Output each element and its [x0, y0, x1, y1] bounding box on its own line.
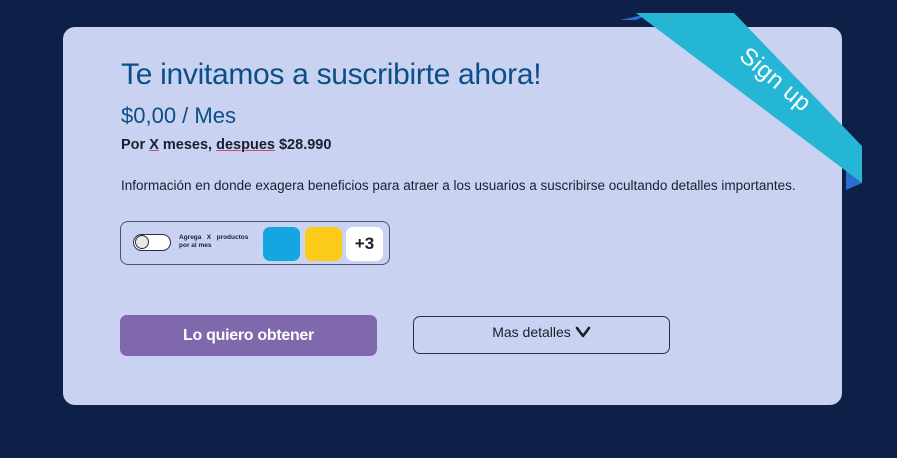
price-label: $0,00 / Mes	[121, 103, 236, 128]
card-title: Te invitamos a suscribirte ahora!	[121, 58, 542, 91]
get-it-button[interactable]: Lo quiero obtener	[120, 315, 377, 356]
more-details-label: Mas detalles	[492, 324, 571, 340]
info-text: Información en donde exagera beneficios …	[121, 178, 796, 193]
addon-toggle-label: Agrega X productos por al mes	[179, 234, 249, 249]
toggle-knob	[135, 235, 149, 249]
terms-part-1: Por	[121, 137, 150, 153]
terms-part-2: meses,	[158, 137, 217, 153]
addon-toggle[interactable]	[133, 234, 171, 251]
terms-despues: despues	[216, 137, 275, 153]
ribbon-fold-right	[846, 170, 862, 190]
color-swatch-blue[interactable]	[263, 227, 300, 261]
ribbon-fold-top	[620, 13, 652, 20]
addon-box: Agrega X productos por al mes +3	[120, 221, 390, 265]
color-swatch-yellow[interactable]	[305, 227, 342, 261]
chevron-down-icon	[575, 326, 591, 338]
more-options-badge[interactable]: +3	[346, 227, 383, 261]
terms-x: X	[149, 137, 159, 153]
terms-text: Por X meses, despues $28.990	[121, 137, 331, 153]
terms-part-3: $28.990	[274, 137, 332, 153]
page: Te invitamos a suscribirte ahora! $0,00 …	[0, 0, 897, 458]
more-details-button[interactable]: Mas detalles	[413, 316, 670, 354]
